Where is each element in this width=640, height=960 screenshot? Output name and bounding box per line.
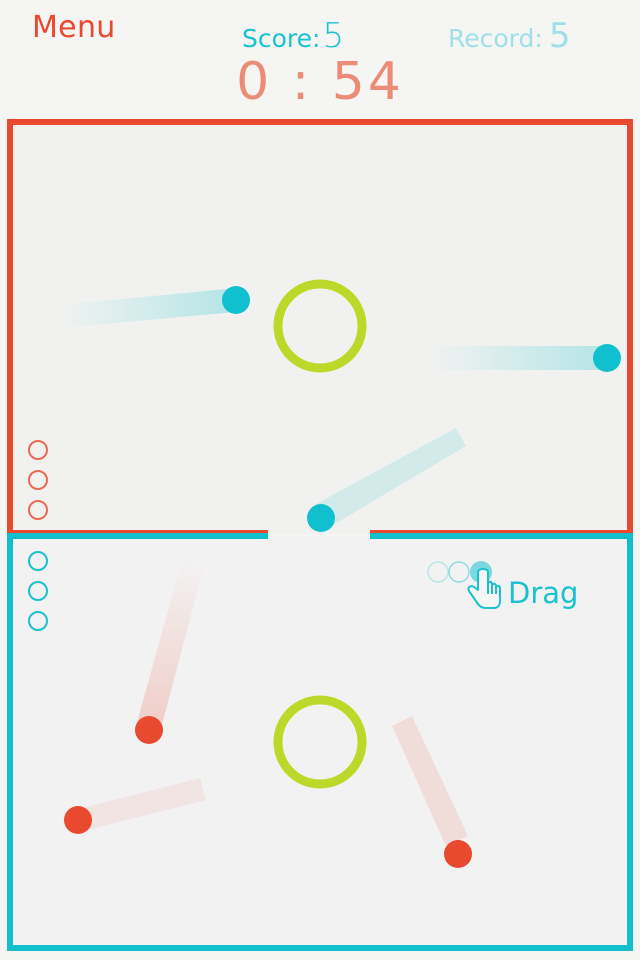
blue-ball[interactable] (593, 344, 621, 372)
red-ball[interactable] (64, 806, 92, 834)
drag-ghost-circle (427, 561, 449, 583)
blue-ball[interactable] (222, 286, 250, 314)
blue-ball-trail (430, 346, 607, 370)
red-zone-area (12, 124, 628, 534)
game-field[interactable] (0, 0, 640, 960)
blue-ball[interactable] (307, 504, 335, 532)
red-ball[interactable] (135, 716, 163, 744)
drag-hint-label: Drag (508, 576, 579, 610)
drag-ghost-circle (448, 561, 470, 583)
red-ball[interactable] (444, 840, 472, 868)
